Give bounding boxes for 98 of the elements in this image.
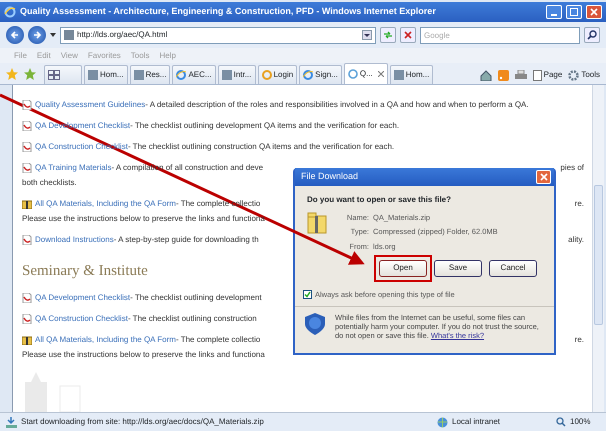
item-description: re.: [574, 334, 584, 346]
stop-icon: [404, 31, 412, 39]
browser-tab[interactable]: AEC...: [172, 65, 216, 84]
close-button[interactable]: [586, 5, 602, 19]
browser-tab[interactable]: Intr...: [218, 65, 256, 84]
item-description: - A step-by-step guide for downloading th: [114, 234, 259, 246]
browser-tab[interactable]: Res...: [130, 65, 170, 84]
item-description: - A detailed description of the roles and responsibilities involved in a QA and how and when to perform a QA.: [145, 99, 529, 111]
home-icon[interactable]: [480, 70, 492, 80]
forward-button[interactable]: [28, 26, 46, 44]
pdf-icon: [22, 314, 32, 324]
forward-arrow-icon: [32, 30, 42, 40]
document-link[interactable]: Quality Assessment Guidelines: [35, 99, 146, 111]
maximize-icon: [570, 8, 578, 16]
gear-icon: [568, 70, 580, 80]
item-description: - The checklist outlining development QA items and the verification for each.: [130, 120, 400, 132]
check-icon: [304, 290, 311, 298]
item-description: Please use the instructions below to preserve the links and functiona: [22, 348, 265, 360]
item-description: pies of: [560, 162, 584, 174]
item-description: - The checklist outlining development: [130, 292, 262, 304]
dialog-title: File Download: [301, 170, 358, 184]
download-icon: [6, 416, 17, 428]
security-zone: Local intranet: [452, 416, 502, 428]
page-thumbnail-icon: [64, 30, 74, 40]
dialog-button[interactable]: Save: [434, 260, 482, 277]
document-link[interactable]: All QA Materials, Including the QA Form: [35, 198, 176, 210]
pdf-icon: [22, 292, 32, 302]
loading-icon: [348, 69, 358, 79]
thumbnail-icon: [88, 70, 98, 80]
document-link[interactable]: QA Training Materials: [35, 162, 112, 174]
close-button[interactable]: [536, 170, 551, 184]
browser-tab[interactable]: Sign...: [299, 65, 342, 84]
grid-icon: [48, 70, 60, 80]
refresh-button[interactable]: [380, 27, 396, 43]
always-ask-checkbox[interactable]: [303, 290, 312, 299]
ie-logo-icon: [4, 6, 16, 18]
search-icon: [587, 30, 597, 40]
ie-logo-icon: [303, 70, 314, 80]
item-description: Please use the instructions below to preserve the links and functiona: [22, 213, 265, 225]
print-icon[interactable]: [514, 70, 527, 80]
zip-icon: [22, 199, 32, 209]
pdf-icon: [22, 142, 32, 152]
close-icon: [540, 173, 548, 181]
document-link[interactable]: All QA Materials, Including the QA Form: [35, 334, 176, 346]
help-shield-icon: [305, 313, 325, 335]
dialog-button[interactable]: Cancel: [489, 260, 537, 277]
dropdown-icon[interactable]: [50, 33, 56, 37]
zoom-icon[interactable]: [556, 417, 566, 427]
dropdown-icon[interactable]: [362, 30, 372, 40]
back-arrow-icon: [10, 30, 20, 40]
section-heading: Seminary & Institute: [22, 262, 148, 281]
feeds-icon[interactable]: [498, 70, 509, 80]
refresh-icon: [383, 30, 393, 40]
item-description: - The checklist outlining construction QA items and the verification for each.: [128, 141, 394, 153]
item-description: - The checklist outlining construction: [128, 312, 257, 324]
document-link[interactable]: QA Construction Checklist: [35, 312, 128, 324]
browser-tab[interactable]: Q...: [344, 63, 388, 84]
maximize-button[interactable]: [566, 5, 582, 19]
pdf-icon: [22, 121, 32, 131]
item-description: ality.: [568, 234, 584, 246]
vertical-scrollbar[interactable]: [592, 85, 604, 412]
toolbar-menu-button[interactable]: Page: [532, 69, 562, 81]
pdf-icon: [22, 163, 32, 173]
address-field[interactable]: http://lds.org/aec/QA.html: [60, 26, 376, 44]
window-title: Quality Assessment - Architecture, Engineering & Construction, PFD - Windows Internet Explorer: [20, 5, 437, 18]
search-button[interactable]: [584, 27, 600, 43]
item-description: both checklists.: [22, 177, 77, 189]
browser-tab[interactable]: Hom...: [390, 65, 434, 84]
ie-logo-icon: [176, 70, 186, 80]
browser-tab[interactable]: Login: [258, 65, 298, 84]
thumbnail-icon: [222, 70, 232, 80]
globe-icon: [437, 416, 448, 428]
document-link[interactable]: QA Development Checklist: [35, 292, 130, 304]
quick-tabs-button[interactable]: [44, 65, 82, 84]
search-field[interactable]: Google: [420, 26, 580, 44]
minimize-button[interactable]: [546, 5, 562, 19]
item-description: re.: [574, 198, 584, 210]
pdf-icon: [22, 100, 32, 110]
page-icon: [532, 70, 542, 80]
item-description: - The complete collectio: [176, 334, 260, 346]
toolbar-menu-button[interactable]: Tools: [568, 69, 600, 81]
thumbnail-icon: [134, 70, 144, 80]
thumbnail-icon: [394, 70, 404, 80]
browser-tab[interactable]: Hom...: [84, 65, 128, 84]
back-button[interactable]: [6, 26, 24, 44]
close-icon: [590, 8, 598, 16]
document-link[interactable]: Download Instructions: [35, 234, 114, 246]
zoom-level[interactable]: 100%: [570, 416, 600, 428]
zip-folder-icon: [307, 212, 327, 234]
zip-icon: [22, 334, 32, 344]
dialog-question: Do you want to open or save this file?: [306, 194, 452, 206]
close-icon[interactable]: [378, 71, 384, 77]
stop-button[interactable]: [400, 27, 416, 43]
ring-icon: [262, 70, 272, 80]
favorites-star-icon[interactable]: [6, 68, 18, 80]
pdf-icon: [22, 235, 32, 245]
dialog-button[interactable]: Open: [379, 260, 427, 277]
status-text: Start downloading from site: http://lds.org/aec/docs/QA_Materials.zip: [21, 416, 265, 428]
